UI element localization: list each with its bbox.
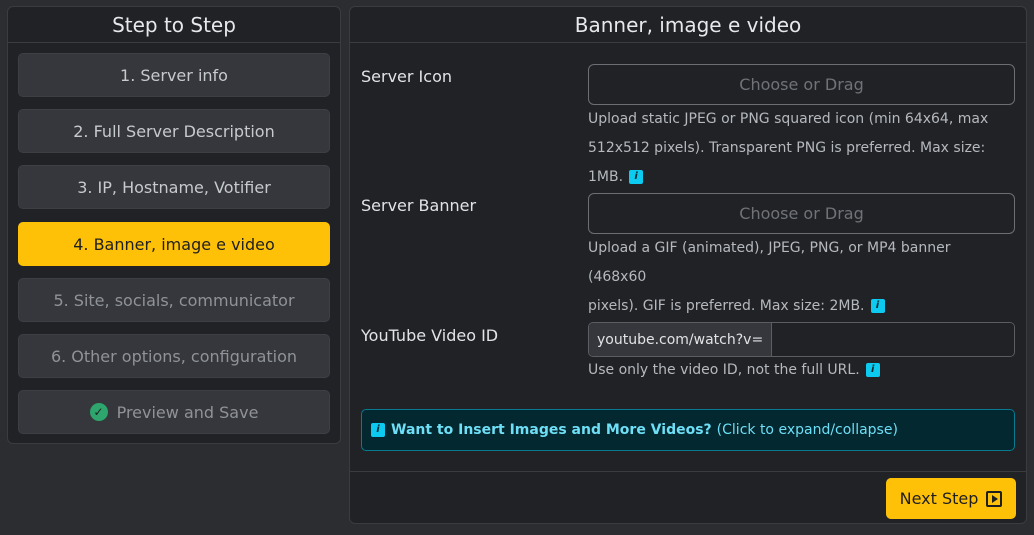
step-full-description[interactable]: 2. Full Server Description <box>18 109 330 153</box>
sidebar-title: Step to Step <box>8 7 340 43</box>
info-icon[interactable]: i <box>865 363 880 377</box>
server-icon-label: Server Icon <box>361 67 452 86</box>
info-icon[interactable]: i <box>870 299 885 313</box>
step-label: 2. Full Server Description <box>73 121 275 141</box>
step-label: 4. Banner, image e video <box>73 234 275 254</box>
help-line: Upload static JPEG or PNG squared icon (… <box>588 111 989 127</box>
step-label: 1. Server info <box>120 65 228 85</box>
server-banner-label: Server Banner <box>361 196 477 215</box>
server-icon-help: Upload static JPEG or PNG squared icon (… <box>588 105 1008 192</box>
step-ip-hostname[interactable]: 3. IP, Hostname, Votifier <box>18 165 330 209</box>
check-circle-icon: ✓ <box>89 403 108 421</box>
step-site-socials[interactable]: 5. Site, socials, communicator <box>18 278 330 322</box>
steps-sidebar: Step to Step 1. Server info 2. Full Serv… <box>7 6 341 444</box>
alert-hint: (Click to expand/collapse) <box>716 422 898 438</box>
step-preview-save[interactable]: ✓ Preview and Save <box>18 390 330 434</box>
step-label: 3. IP, Hostname, Votifier <box>77 177 271 197</box>
help-line: Upload a GIF (animated), JPEG, PNG, or M… <box>588 240 951 285</box>
youtube-url-prefix: youtube.com/watch?v= <box>589 323 773 356</box>
server-icon-file-input[interactable]: Choose or Drag <box>588 64 1015 105</box>
youtube-help: Use only the video ID, not the full URL.… <box>588 356 1008 385</box>
panel-title: Banner, image e video <box>350 7 1026 43</box>
step-other-options[interactable]: 6. Other options, configuration <box>18 334 330 378</box>
server-banner-file-input[interactable]: Choose or Drag <box>588 193 1015 234</box>
step-server-info[interactable]: 1. Server info <box>18 53 330 97</box>
help-line: pixels). GIF is preferred. Max size: 2MB… <box>588 292 1008 321</box>
step-label: 6. Other options, configuration <box>50 346 298 366</box>
footer-divider <box>350 471 1026 472</box>
server-banner-help: Upload a GIF (animated), JPEG, PNG, or M… <box>588 234 1008 321</box>
alert-title: Want to Insert Images and More Videos? <box>391 422 712 438</box>
help-line: 512x512 pixels). Transparent PNG is pref… <box>588 140 986 185</box>
step-label: 5. Site, socials, communicator <box>53 290 295 310</box>
next-step-label: Next Step <box>899 489 979 508</box>
youtube-input-group: youtube.com/watch?v= <box>588 322 1015 357</box>
banner-panel: Banner, image e video Server Icon Choose… <box>349 6 1027 524</box>
insert-media-alert[interactable]: i Want to Insert Images and More Videos?… <box>361 409 1015 451</box>
step-banner-image-video[interactable]: 4. Banner, image e video <box>18 222 330 266</box>
step-label: Preview and Save <box>116 402 259 422</box>
youtube-label: YouTube Video ID <box>361 326 499 345</box>
play-icon <box>986 490 1003 507</box>
next-step-button[interactable]: Next Step <box>886 478 1016 519</box>
info-icon[interactable]: i <box>629 170 644 184</box>
info-icon: i <box>371 423 385 437</box>
youtube-video-id-input[interactable] <box>772 323 1014 356</box>
